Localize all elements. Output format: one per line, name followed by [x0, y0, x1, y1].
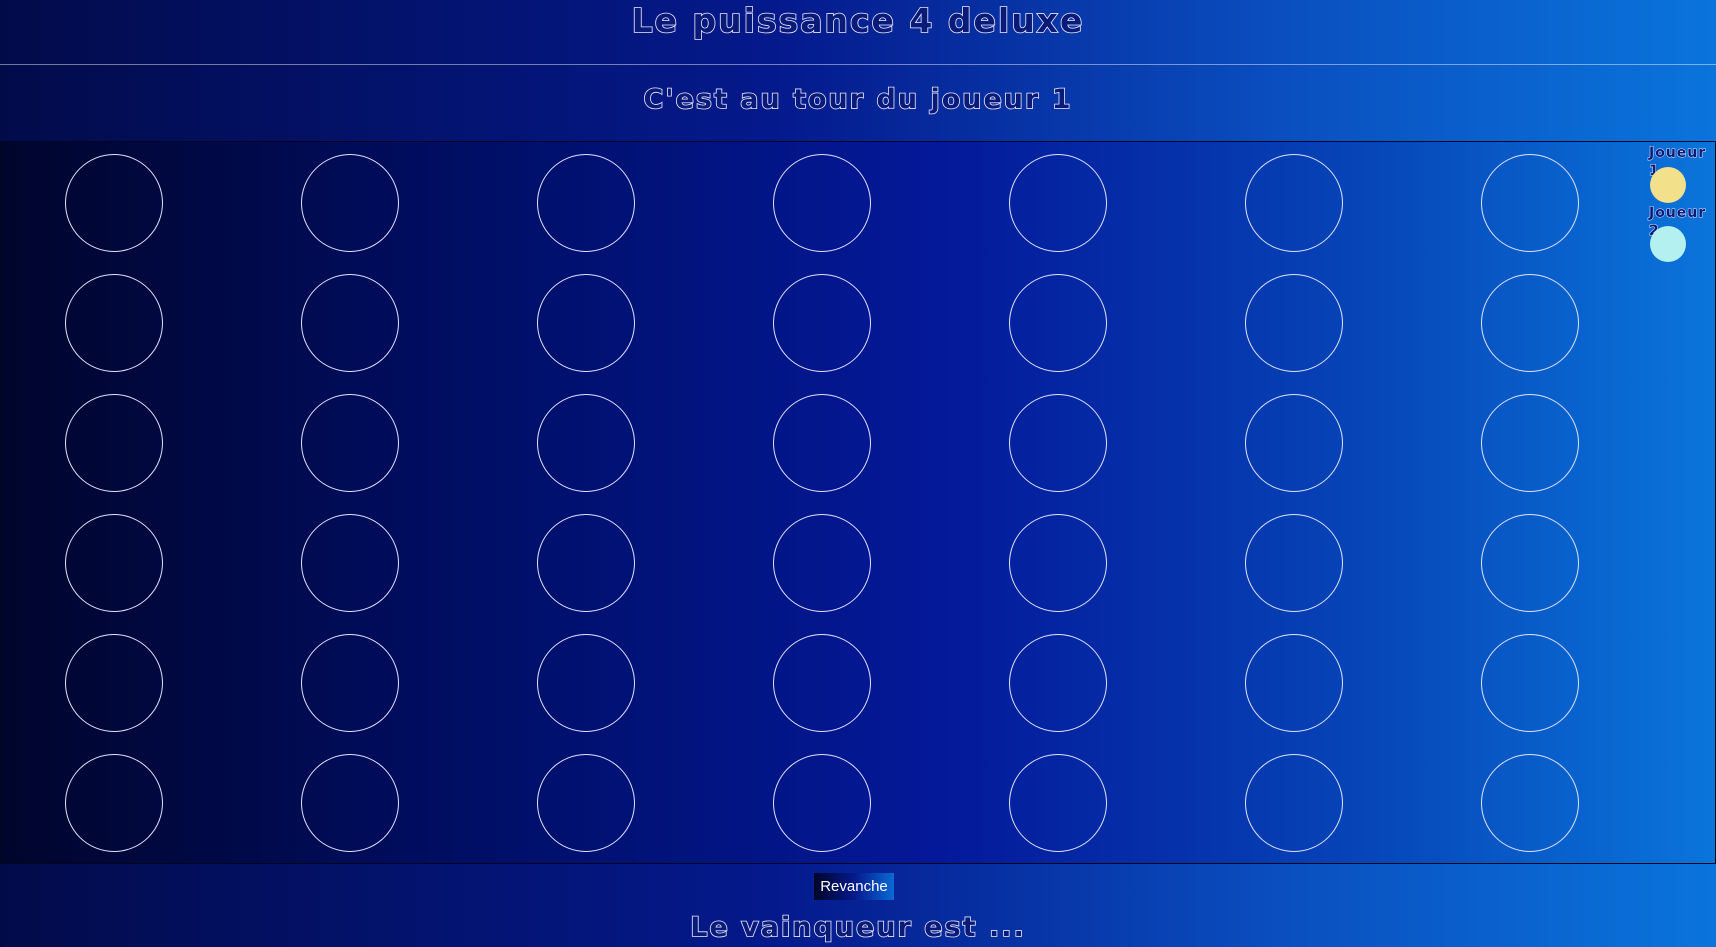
board-cell[interactable] [301, 154, 399, 252]
board-cell[interactable] [773, 514, 871, 612]
board-cell[interactable] [537, 634, 635, 732]
board-cell[interactable] [65, 754, 163, 852]
board-cell[interactable] [1009, 514, 1107, 612]
board-cell[interactable] [301, 754, 399, 852]
board-cell[interactable] [1481, 634, 1579, 732]
page-title: Le puissance 4 deluxe [631, 0, 1085, 41]
board-cell[interactable] [1009, 634, 1107, 732]
board-cell[interactable] [1481, 754, 1579, 852]
board-cell[interactable] [1009, 154, 1107, 252]
board-cell[interactable] [301, 274, 399, 372]
board-cell[interactable] [65, 274, 163, 372]
board-cell[interactable] [537, 274, 635, 372]
game-board: Joueur 1 Joueur 2 [0, 141, 1716, 864]
winner-text: Le vainqueur est ... [689, 911, 1026, 944]
board-cell[interactable] [1481, 274, 1579, 372]
board-cell[interactable] [1245, 754, 1343, 852]
board-cell[interactable] [1245, 274, 1343, 372]
turn-status: C'est au tour du joueur 1 [643, 83, 1073, 116]
board-cell[interactable] [773, 754, 871, 852]
board-cell[interactable] [1009, 394, 1107, 492]
board-cell[interactable] [1245, 154, 1343, 252]
legend-player2-disc [1650, 226, 1686, 262]
board-cell[interactable] [65, 394, 163, 492]
board-cell[interactable] [537, 154, 635, 252]
board-cell[interactable] [537, 514, 635, 612]
board-cell[interactable] [537, 394, 635, 492]
board-cell[interactable] [65, 514, 163, 612]
board-cell[interactable] [301, 514, 399, 612]
board-cell[interactable] [1481, 394, 1579, 492]
board-cell[interactable] [1009, 274, 1107, 372]
board-cell[interactable] [773, 154, 871, 252]
rematch-button[interactable]: Revanche [814, 873, 894, 900]
board-cell[interactable] [773, 394, 871, 492]
board-cell[interactable] [1481, 154, 1579, 252]
board-cell[interactable] [1481, 514, 1579, 612]
legend-player1-disc [1650, 167, 1686, 203]
board-cell[interactable] [301, 634, 399, 732]
board-cell[interactable] [65, 634, 163, 732]
board-cell[interactable] [301, 394, 399, 492]
header: Le puissance 4 deluxe [0, 0, 1716, 65]
board-cell[interactable] [1245, 394, 1343, 492]
board-cell[interactable] [1245, 514, 1343, 612]
board-cell[interactable] [773, 634, 871, 732]
board-cell[interactable] [65, 154, 163, 252]
board-cell[interactable] [537, 754, 635, 852]
board-cell[interactable] [1009, 754, 1107, 852]
board-cell[interactable] [1245, 634, 1343, 732]
board-cell[interactable] [773, 274, 871, 372]
